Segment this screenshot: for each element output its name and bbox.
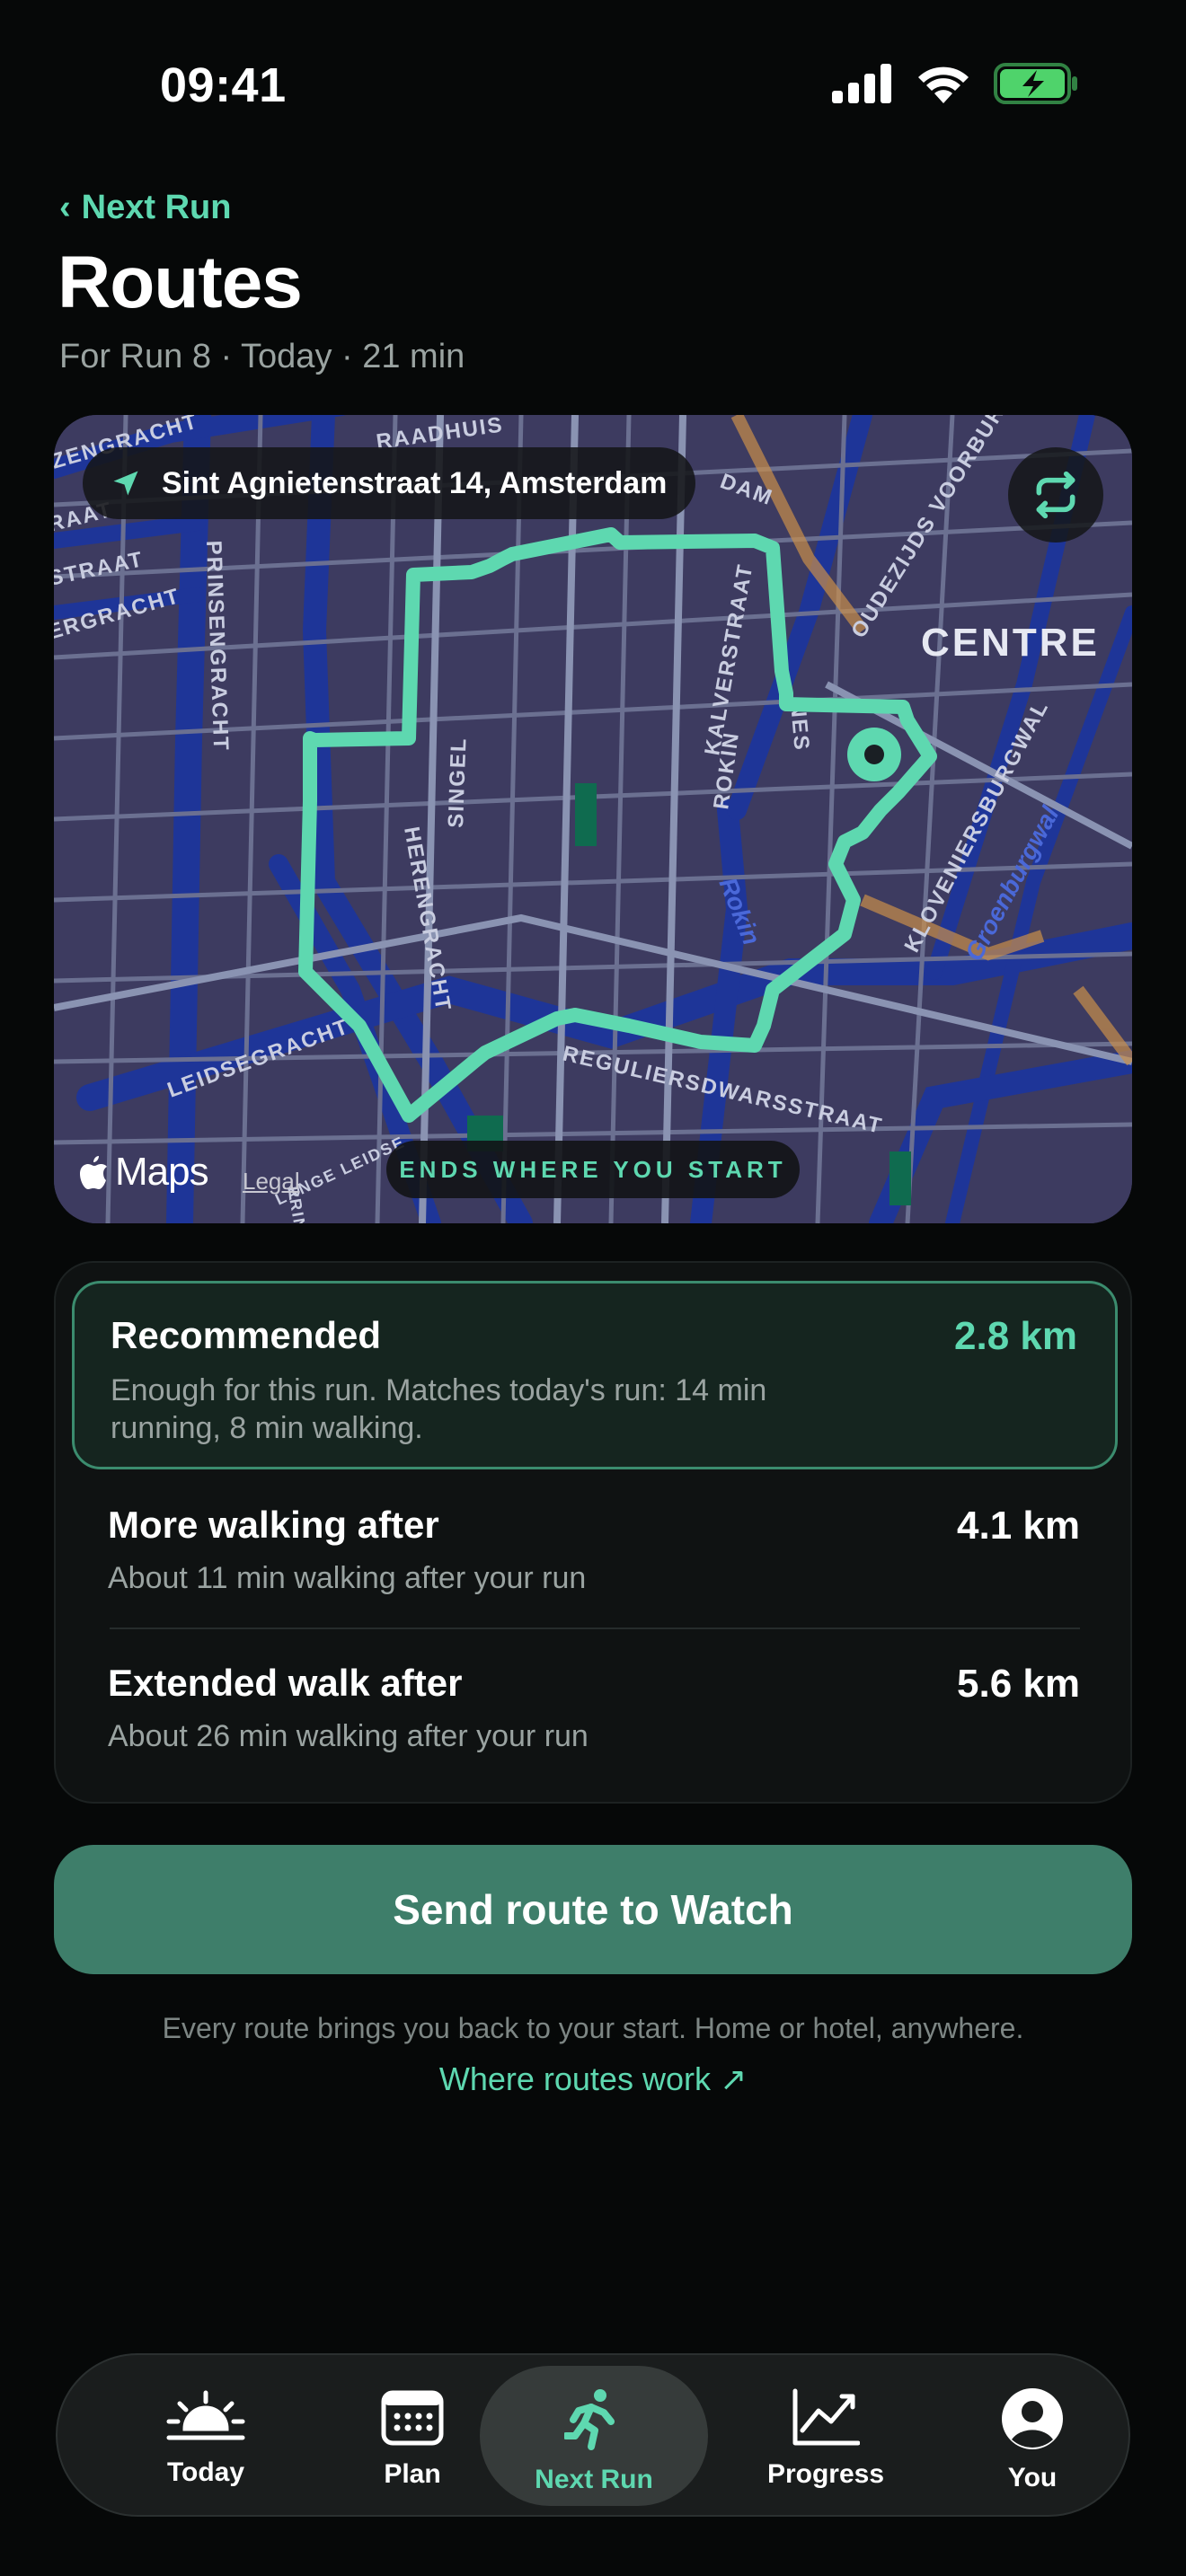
tab-label: You (1007, 2463, 1058, 2492)
route-distance: 4.1 km (957, 1504, 1080, 1548)
address-pill[interactable]: Sint Agnietenstraat 14, Amsterdam (83, 447, 696, 519)
chevron-left-icon: ‹ (59, 189, 71, 226)
route-map[interactable]: SINGEL HERENGRACHT KALVERSTRAAT ROKIN NE… (54, 415, 1132, 1223)
tab-label: Next Run (535, 2465, 653, 2494)
status-time: 09:41 (160, 58, 287, 112)
back-label: Next Run (81, 189, 232, 226)
route-description: Enough for this run. Matches today's run… (111, 1373, 767, 1445)
location-arrow-icon (113, 471, 138, 496)
svg-text:SINGEL: SINGEL (444, 737, 472, 828)
page-subtitle: For Run 8 · Today · 21 min (59, 338, 465, 375)
where-routes-work-link[interactable]: Where routes work ↗ (0, 2060, 1186, 2098)
tab-progress[interactable]: Progress (722, 2366, 929, 2506)
tab-bar: Today Plan Next Run Progress You (56, 2353, 1130, 2517)
route-options-list: Recommended Enough for this run. Matches… (54, 1261, 1132, 1804)
tab-next-run[interactable]: Next Run (480, 2366, 708, 2506)
ends-where-you-start-badge: ENDS WHERE YOU START (386, 1141, 800, 1198)
route-option-recommended[interactable]: Recommended Enough for this run. Matches… (72, 1281, 1118, 1469)
status-icons (832, 63, 1078, 104)
route-name: Extended walk after (108, 1662, 463, 1704)
route-distance: 2.8 km (954, 1314, 1077, 1358)
svg-text:CENTRE: CENTRE (921, 621, 1100, 665)
back-button[interactable]: ‹ Next Run (59, 189, 231, 227)
route-distance: 5.6 km (957, 1662, 1080, 1706)
sunrise-icon (166, 2390, 245, 2440)
route-divider (110, 1628, 1080, 1629)
chart-icon (792, 2388, 860, 2446)
send-route-to-watch-button[interactable]: Send route to Watch (54, 1845, 1132, 1974)
route-option-extended-walk[interactable]: Extended walk after About 26 min walking… (72, 1645, 1118, 1798)
apple-maps-logo: Maps (79, 1150, 209, 1195)
tab-label: Plan (384, 2459, 441, 2489)
regenerate-route-button[interactable] (1008, 447, 1103, 543)
route-name: More walking after (108, 1504, 439, 1546)
cellular-signal-icon (832, 64, 891, 103)
address-text: Sint Agnietenstraat 14, Amsterdam (162, 465, 668, 500)
route-description: About 11 min walking after your run (108, 1561, 587, 1595)
apple-logo-icon (80, 1156, 107, 1189)
park-area (575, 783, 597, 846)
person-icon (1002, 2388, 1063, 2449)
tab-label: Today (166, 2457, 245, 2487)
route-option-more-walking[interactable]: More walking after About 11 min walking … (72, 1487, 1118, 1640)
tab-today[interactable]: Today (102, 2366, 309, 2506)
footer-note: Every route brings you back to your star… (162, 2012, 1024, 2044)
tab-you[interactable]: You (929, 2366, 1136, 2506)
route-name: Recommended (111, 1314, 382, 1356)
calendar-icon (381, 2390, 444, 2446)
battery-charging-icon (994, 63, 1077, 104)
route-description: About 26 min walking after your run (108, 1719, 589, 1753)
repeat-icon (1036, 471, 1075, 519)
maps-text: Maps (115, 1150, 209, 1194)
legal-link[interactable]: Legal (243, 1168, 300, 1195)
runner-icon (564, 2389, 615, 2450)
map-canvas: SINGEL HERENGRACHT KALVERSTRAAT ROKIN NE… (54, 415, 1132, 1223)
tab-label: Progress (766, 2459, 885, 2489)
page-title: Routes (58, 242, 303, 323)
wifi-icon (918, 66, 969, 103)
